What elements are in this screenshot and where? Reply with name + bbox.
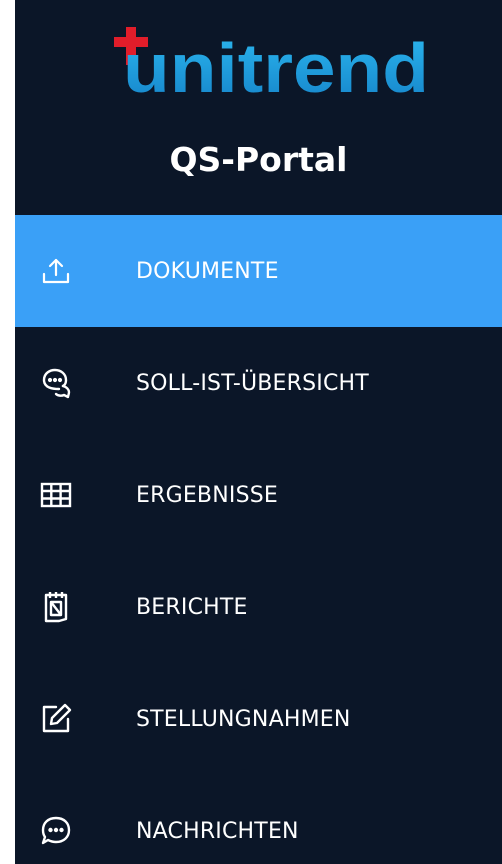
message-bubble-icon xyxy=(39,814,73,848)
table-grid-icon xyxy=(39,478,73,512)
main-nav: DOKUMENTE SOLL-IST-ÜBERSICHT ERGEBNISSE … xyxy=(15,215,502,864)
nav-label-ergebnisse: ERGEBNISSE xyxy=(136,482,279,508)
unitrend-logo[interactable]: unitrend xyxy=(15,0,502,110)
upload-icon xyxy=(39,254,73,288)
nav-item-soll-ist-uebersicht[interactable]: SOLL-IST-ÜBERSICHT xyxy=(15,327,502,439)
nav-item-berichte[interactable]: BERICHTE xyxy=(15,551,502,663)
nav-item-ergebnisse[interactable]: ERGEBNISSE xyxy=(15,439,502,551)
chat-bubbles-icon xyxy=(39,366,73,400)
portal-title: QS-Portal xyxy=(169,140,348,179)
sidebar: unitrend QS-Portal DOKUMENTE SOLL-IST-ÜB… xyxy=(15,0,502,864)
report-document-icon xyxy=(39,590,73,624)
nav-item-stellungnahmen[interactable]: STELLUNGNAHMEN xyxy=(15,663,502,775)
logo-text: unitrend xyxy=(123,29,429,107)
nav-label-dokumente: DOKUMENTE xyxy=(136,258,279,284)
nav-label-stellungnahmen: STELLUNGNAHMEN xyxy=(136,706,351,732)
nav-item-dokumente[interactable]: DOKUMENTE xyxy=(15,215,502,327)
nav-label-nachrichten: NACHRICHTEN xyxy=(136,818,299,844)
edit-note-icon xyxy=(39,702,73,736)
nav-label-soll-ist-uebersicht: SOLL-IST-ÜBERSICHT xyxy=(136,370,369,396)
nav-label-berichte: BERICHTE xyxy=(136,594,248,620)
nav-item-nachrichten[interactable]: NACHRICHTEN xyxy=(15,775,502,864)
